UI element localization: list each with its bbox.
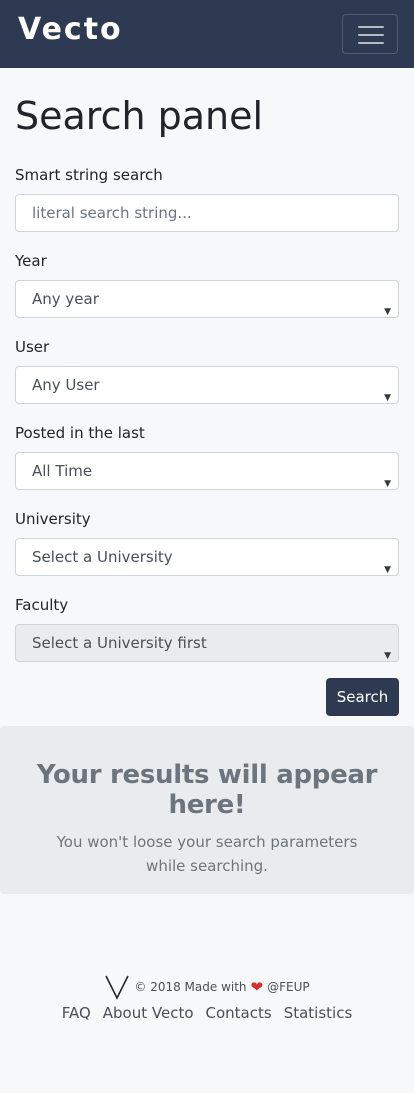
menu-toggle-button[interactable] (342, 14, 398, 54)
dropdown-caret-icon: ▼ (384, 479, 391, 489)
posted-group: Posted in the last All Time ▼ (15, 423, 399, 490)
footer-link-statistics[interactable]: Statistics (284, 1004, 353, 1022)
user-label: User (15, 338, 50, 356)
results-placeholder: Your results will appear here! You won't… (0, 726, 414, 894)
posted-select[interactable]: All Time ▼ (15, 452, 399, 490)
university-label: University (15, 510, 91, 528)
year-label: Year (15, 252, 47, 270)
heart-icon: ❤ (250, 978, 264, 996)
results-title: Your results will appear here! (36, 760, 378, 820)
results-text: You won't loose your search parameters w… (56, 833, 358, 875)
posted-label: Posted in the last (15, 424, 145, 442)
vecto-logo-icon (105, 975, 130, 1000)
footer: © 2018 Made with ❤ @FEUP FAQ About Vecto… (0, 972, 414, 1022)
university-group: University Select a University ▼ (15, 509, 399, 576)
search-panel: Search panel Smart string search Year An… (0, 94, 414, 662)
faculty-select: Select a University first ▼ (15, 624, 399, 662)
search-button[interactable]: Search (326, 678, 399, 716)
footer-links: FAQ About Vecto Contacts Statistics (0, 1004, 414, 1022)
brand-logo[interactable]: Vecto (18, 12, 123, 47)
smart-search-label: Smart string search (15, 166, 163, 184)
user-select[interactable]: Any User ▼ (15, 366, 399, 404)
footer-credit: © 2018 Made with ❤ @FEUP (0, 972, 414, 1002)
faculty-label: Faculty (15, 596, 69, 614)
page-title: Search panel (15, 94, 264, 138)
hamburger-icon (358, 26, 384, 28)
university-select[interactable]: Select a University ▼ (15, 538, 399, 576)
smart-search-group: Smart string search (15, 165, 399, 232)
footer-link-faq[interactable]: FAQ (62, 1004, 91, 1022)
smart-search-input[interactable] (15, 194, 399, 232)
copyright-text: © 2018 Made with (134, 980, 247, 994)
faculty-group: Faculty Select a University first ▼ (15, 595, 399, 662)
user-group: User Any User ▼ (15, 337, 399, 404)
org-text: @FEUP (267, 980, 310, 994)
dropdown-caret-icon: ▼ (384, 307, 391, 317)
dropdown-caret-icon: ▼ (384, 565, 391, 575)
dropdown-caret-icon: ▼ (384, 651, 391, 661)
footer-link-contacts[interactable]: Contacts (206, 1004, 272, 1022)
year-select[interactable]: Any year ▼ (15, 280, 399, 318)
year-group: Year Any year ▼ (15, 251, 399, 318)
dropdown-caret-icon: ▼ (384, 393, 391, 403)
footer-link-about[interactable]: About Vecto (103, 1004, 194, 1022)
navbar: Vecto (0, 0, 414, 68)
